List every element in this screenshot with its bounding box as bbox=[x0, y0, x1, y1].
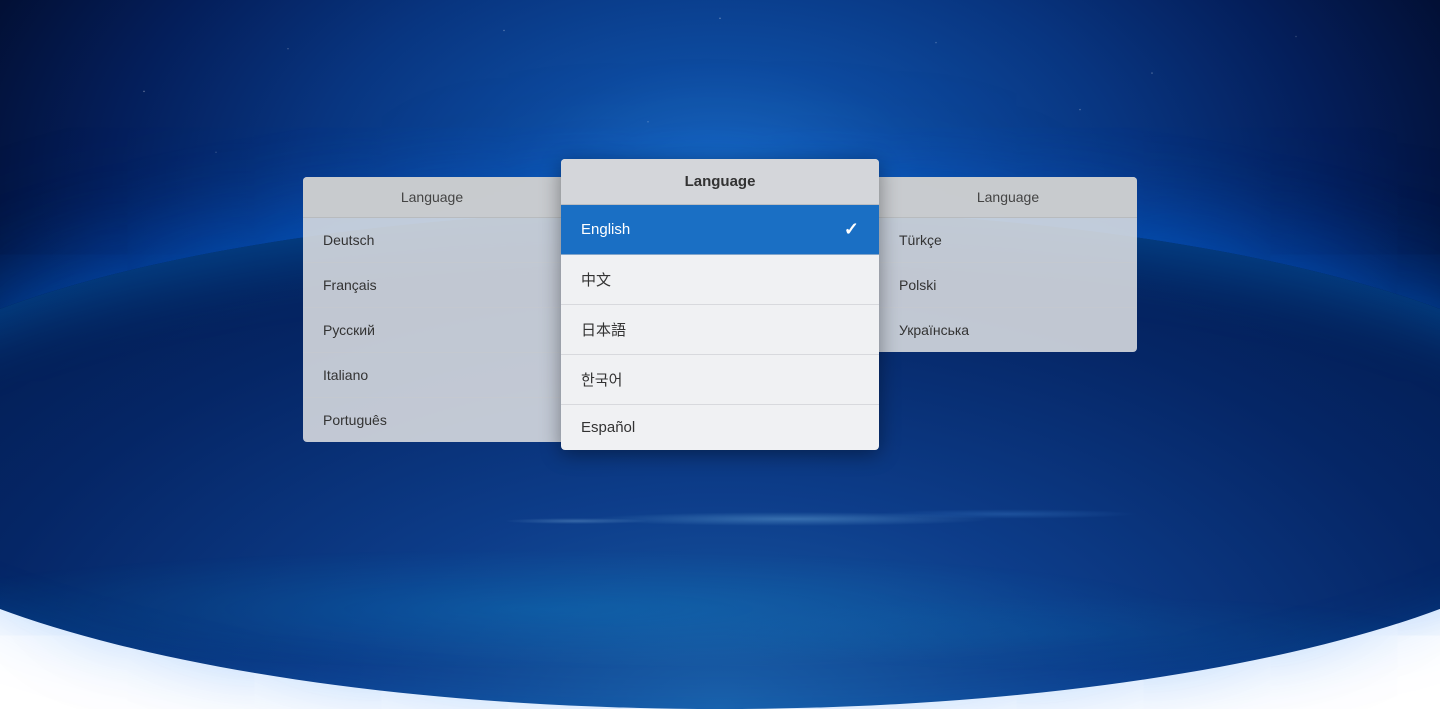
left-panel-header: Language bbox=[303, 177, 561, 218]
main-panel: Language English ✓ 中文✓日本語✓한국어✓Español✓ bbox=[561, 159, 879, 450]
main-panel-item-label-3: 한국어 bbox=[581, 369, 622, 390]
left-panel-items: DeutschFrançaisРусскийItalianoPortuguês bbox=[303, 218, 561, 442]
main-panel-item-label-4: Español bbox=[581, 419, 635, 436]
main-panel-header-label: Language bbox=[685, 173, 756, 190]
main-panel-item-3[interactable]: 한국어✓ bbox=[561, 355, 879, 405]
right-panel-header: Language bbox=[879, 177, 1137, 218]
main-panel-item-label-0: English bbox=[581, 221, 630, 238]
right-panel-item-2[interactable]: Українська bbox=[879, 308, 1137, 352]
main-panel-item-label-2: 日本語 bbox=[581, 319, 626, 340]
left-panel: Language DeutschFrançaisРусскийItalianoP… bbox=[303, 177, 561, 442]
main-panel-item-0[interactable]: English ✓ bbox=[561, 205, 879, 255]
left-panel-item-1[interactable]: Français bbox=[303, 263, 561, 308]
left-panel-item-4[interactable]: Português bbox=[303, 398, 561, 442]
check-icon-0: ✓ bbox=[844, 219, 859, 240]
left-panel-item-3[interactable]: Italiano bbox=[303, 353, 561, 398]
main-panel-item-2[interactable]: 日本語✓ bbox=[561, 305, 879, 355]
right-panel-header-label: Language bbox=[977, 189, 1039, 205]
right-panel: Language TürkçePolskiУкраїнська bbox=[879, 177, 1137, 352]
panels-container: Language DeutschFrançaisРусскийItalianoP… bbox=[303, 159, 1137, 450]
right-panel-item-0[interactable]: Türkçe bbox=[879, 218, 1137, 263]
content-area: Language DeutschFrançaisРусскийItalianoP… bbox=[0, 0, 1440, 609]
left-panel-header-label: Language bbox=[401, 189, 463, 205]
main-panel-item-4[interactable]: Español✓ bbox=[561, 405, 879, 450]
right-panel-items: TürkçePolskiУкраїнська bbox=[879, 218, 1137, 352]
left-panel-item-2[interactable]: Русский bbox=[303, 308, 561, 353]
main-panel-item-1[interactable]: 中文✓ bbox=[561, 255, 879, 305]
main-panel-item-label-1: 中文 bbox=[581, 269, 611, 290]
main-panel-items: English ✓ 中文✓日本語✓한국어✓Español✓ bbox=[561, 205, 879, 450]
main-panel-header: Language bbox=[561, 159, 879, 205]
left-panel-item-0[interactable]: Deutsch bbox=[303, 218, 561, 263]
right-panel-item-1[interactable]: Polski bbox=[879, 263, 1137, 308]
